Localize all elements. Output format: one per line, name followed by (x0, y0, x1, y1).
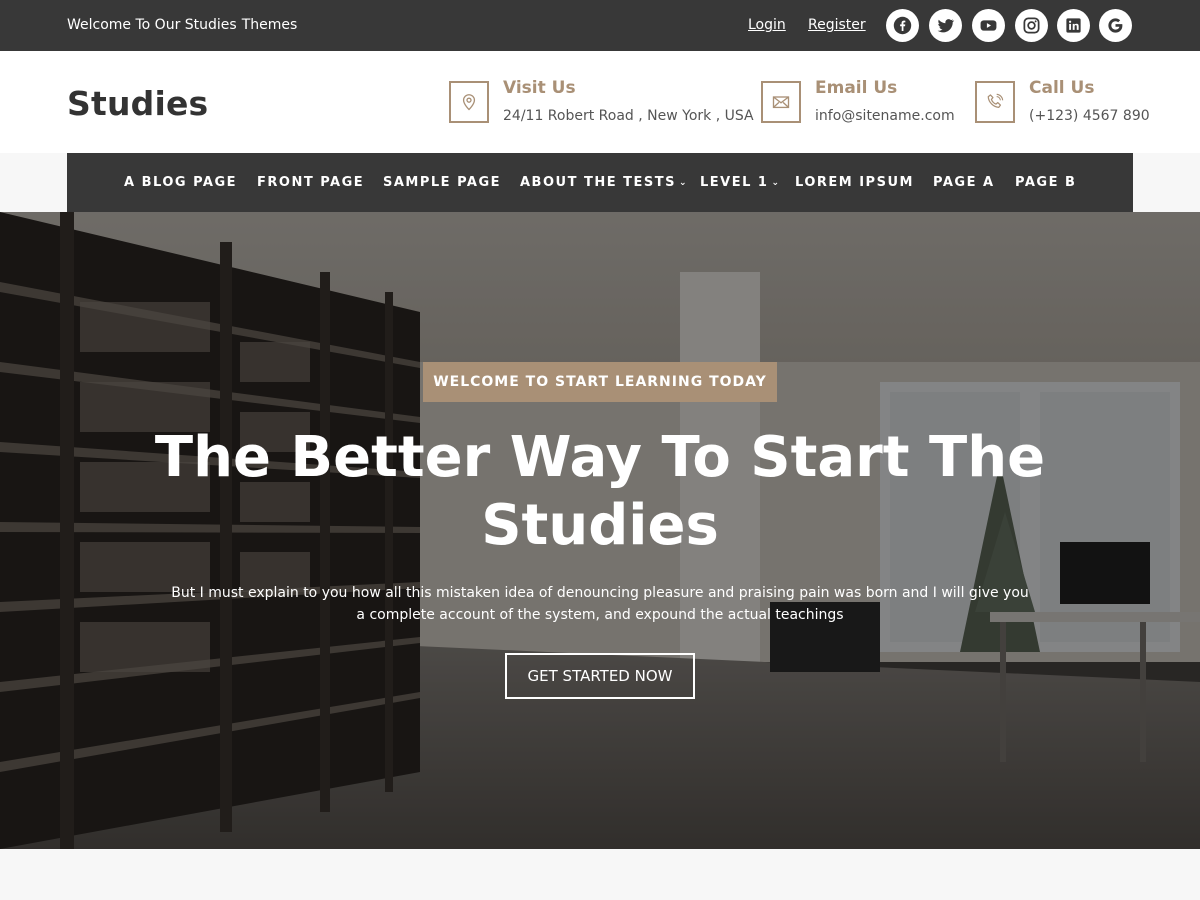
email-us-title: Email Us (815, 78, 898, 98)
hero-description: But I must explain to you how all this m… (171, 585, 1029, 623)
nav-item-label: LEVEL 1 (700, 175, 769, 190)
map-pin-icon (449, 81, 489, 123)
nav-item-label: A BLOG PAGE (124, 175, 238, 190)
phone-icon (975, 81, 1015, 123)
facebook-icon[interactable] (886, 9, 919, 42)
nav-item-lorem-ipsum[interactable]: LOREM IPSUM (795, 175, 914, 190)
hero-section: WELCOME TO START LEARNING TODAY The Bett… (0, 212, 1200, 849)
get-started-button[interactable]: GET STARTED NOW (505, 653, 695, 699)
twitter-icon[interactable] (929, 9, 962, 42)
nav-item-label: LOREM IPSUM (795, 175, 914, 190)
google-icon[interactable] (1099, 9, 1132, 42)
welcome-text-part: Welcome To Our Studies (67, 17, 237, 33)
visit-us-title: Visit Us (503, 78, 576, 98)
nav-item-label: SAMPLE PAGE (383, 175, 502, 190)
chevron-down-icon: ⌄ (678, 178, 687, 188)
call-us-number[interactable]: (+123) 4567 890 (1029, 108, 1150, 124)
top-bar: Welcome To Our Studies Themes Login Regis… (0, 0, 1200, 51)
nav-item-level-1[interactable]: LEVEL 1 ⌄ (700, 175, 779, 190)
nav-item-label: PAGE B (1015, 175, 1077, 190)
main-navigation: A BLOG PAGE FRONT PAGE SAMPLE PAGE ABOUT… (67, 153, 1133, 212)
nav-item-blog-page[interactable]: A BLOG PAGE (124, 175, 237, 190)
nav-item-sample-page[interactable]: SAMPLE PAGE (383, 175, 501, 190)
email-us-address[interactable]: info@sitename.com (815, 108, 955, 124)
nav-item-page-a[interactable]: PAGE A (933, 175, 995, 190)
nav-item-label: PAGE A (933, 175, 995, 190)
call-us-title: Call Us (1029, 78, 1095, 98)
site-header: Studies Visit Us 24/11 Robert Road , New… (0, 51, 1200, 153)
nav-item-label: ABOUT THE TESTS (520, 175, 676, 190)
hero-title: The Better Way To Start The Studies (154, 425, 1046, 558)
next-section (0, 849, 1200, 900)
instagram-icon[interactable] (1015, 9, 1048, 42)
site-logo[interactable]: Studies (67, 84, 208, 123)
login-link[interactable]: Login (748, 17, 786, 33)
visit-us-address: 24/11 Robert Road , New York , USA (503, 108, 754, 124)
welcome-text-part: Themes (241, 17, 298, 33)
chevron-down-icon: ⌄ (771, 178, 780, 188)
nav-item-page-b[interactable]: PAGE B (1015, 175, 1076, 190)
nav-item-front-page[interactable]: FRONT PAGE (257, 175, 364, 190)
nav-item-label: FRONT PAGE (257, 175, 365, 190)
linkedin-icon[interactable] (1057, 9, 1090, 42)
nav-item-about-the-tests[interactable]: ABOUT THE TESTS ⌄ (520, 175, 687, 190)
envelope-icon (761, 81, 801, 123)
register-link[interactable]: Register (808, 17, 866, 33)
welcome-text: Welcome To Our Studies Themes (67, 17, 297, 33)
hero-badge: WELCOME TO START LEARNING TODAY (423, 362, 777, 402)
youtube-icon[interactable] (972, 9, 1005, 42)
